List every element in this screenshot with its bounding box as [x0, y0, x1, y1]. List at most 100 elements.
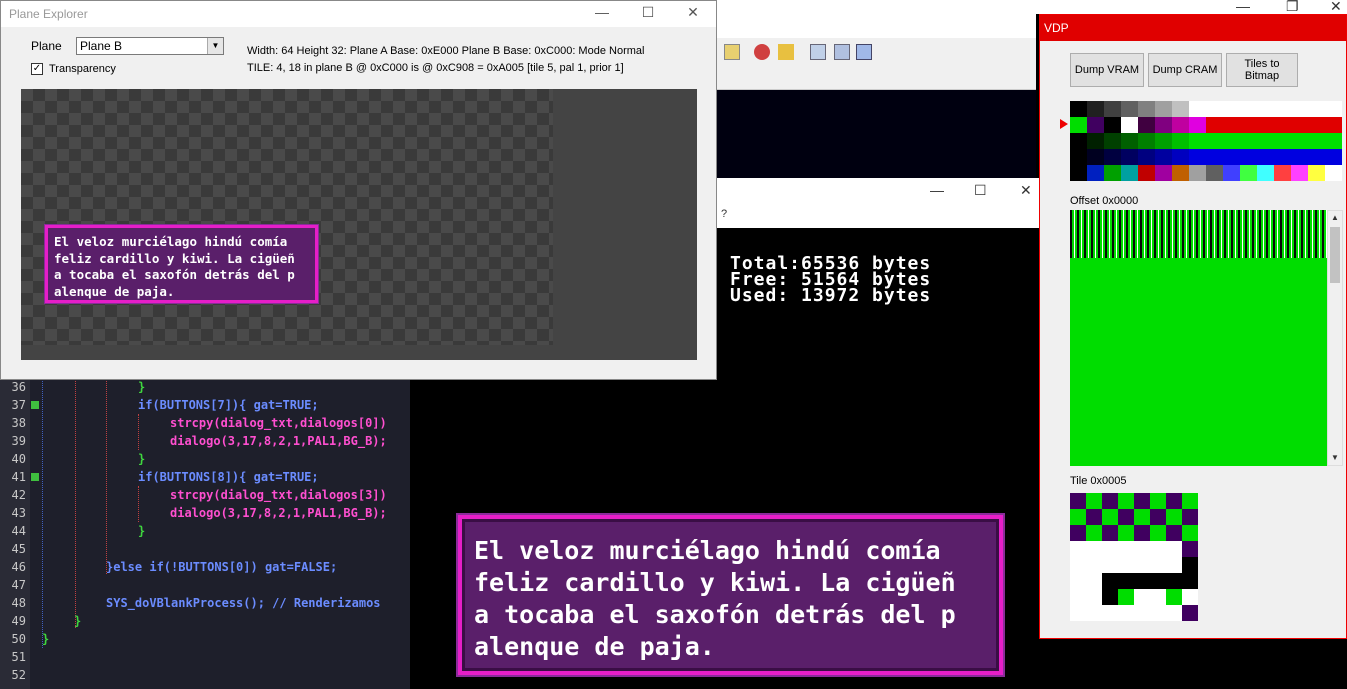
close-icon[interactable]: ✕: [1020, 182, 1032, 199]
cram-color-cell[interactable]: [1121, 117, 1138, 133]
cram-color-cell[interactable]: [1308, 101, 1325, 117]
cram-color-cell[interactable]: [1274, 133, 1291, 149]
cram-palette-grid[interactable]: [1070, 101, 1343, 181]
cram-color-cell[interactable]: [1070, 117, 1087, 133]
tiles-to-bitmap-button[interactable]: Tiles to Bitmap: [1226, 53, 1298, 87]
fold-toggle-icon[interactable]: [31, 401, 39, 409]
cram-color-cell[interactable]: [1291, 149, 1308, 165]
toolbar-window-icon[interactable]: [810, 44, 826, 60]
cram-color-cell[interactable]: [1257, 149, 1274, 165]
toolbar-page-icon[interactable]: [724, 44, 740, 60]
code-editor[interactable]: 36} 37 if(BUTTONS[7]){ gat=TRUE; 38 strcpy…: [0, 378, 410, 689]
cram-palette-row[interactable]: [1070, 165, 1343, 181]
cram-color-cell[interactable]: [1325, 149, 1342, 165]
minimize-icon[interactable]: —: [1236, 0, 1250, 14]
cram-color-cell[interactable]: [1308, 165, 1325, 181]
cram-color-cell[interactable]: [1121, 165, 1138, 181]
cram-color-cell[interactable]: [1206, 165, 1223, 181]
cram-color-cell[interactable]: [1070, 101, 1087, 117]
maximize-icon[interactable]: ☐: [974, 182, 987, 199]
cram-color-cell[interactable]: [1308, 149, 1325, 165]
cram-color-cell[interactable]: [1223, 149, 1240, 165]
help-mark[interactable]: ?: [721, 208, 727, 220]
cram-color-cell[interactable]: [1274, 117, 1291, 133]
cram-color-cell[interactable]: [1291, 117, 1308, 133]
cram-palette-row[interactable]: [1070, 101, 1343, 117]
toolbar-search-icon[interactable]: [834, 44, 850, 60]
cram-color-cell[interactable]: [1121, 101, 1138, 117]
cram-palette-row[interactable]: [1070, 117, 1343, 133]
cram-color-cell[interactable]: [1138, 165, 1155, 181]
cram-color-cell[interactable]: [1104, 133, 1121, 149]
cram-color-cell[interactable]: [1189, 117, 1206, 133]
cram-color-cell[interactable]: [1121, 149, 1138, 165]
cram-color-cell[interactable]: [1172, 165, 1189, 181]
cram-color-cell[interactable]: [1206, 117, 1223, 133]
cram-color-cell[interactable]: [1274, 165, 1291, 181]
cram-color-cell[interactable]: [1223, 117, 1240, 133]
close-icon[interactable]: ✕: [678, 4, 708, 21]
toolbar-step-icon[interactable]: [778, 44, 794, 60]
cram-color-cell[interactable]: [1257, 101, 1274, 117]
cram-color-cell[interactable]: [1257, 165, 1274, 181]
cram-color-cell[interactable]: [1104, 165, 1121, 181]
transparency-checkbox[interactable]: ✓: [31, 63, 43, 75]
cram-color-cell[interactable]: [1172, 101, 1189, 117]
cram-color-cell[interactable]: [1087, 149, 1104, 165]
cram-color-cell[interactable]: [1223, 165, 1240, 181]
cram-color-cell[interactable]: [1172, 149, 1189, 165]
minimize-icon[interactable]: —: [587, 4, 617, 20]
cram-color-cell[interactable]: [1172, 117, 1189, 133]
plane-preview-canvas[interactable]: El veloz murciélago hindú comía feliz ca…: [21, 89, 697, 360]
cram-color-cell[interactable]: [1121, 133, 1138, 149]
cram-color-cell[interactable]: [1087, 133, 1104, 149]
cram-color-cell[interactable]: [1325, 117, 1342, 133]
cram-color-cell[interactable]: [1087, 165, 1104, 181]
vram-tile-viewer[interactable]: [1070, 210, 1327, 466]
cram-color-cell[interactable]: [1104, 149, 1121, 165]
cram-color-cell[interactable]: [1104, 117, 1121, 133]
cram-color-cell[interactable]: [1155, 101, 1172, 117]
cram-color-cell[interactable]: [1189, 133, 1206, 149]
vram-scrollbar[interactable]: ▲ ▼: [1327, 210, 1343, 466]
restore-icon[interactable]: ❐: [1286, 0, 1299, 15]
toolbar-play-icon[interactable]: [754, 44, 770, 60]
cram-color-cell[interactable]: [1240, 165, 1257, 181]
chevron-down-icon[interactable]: ▼: [207, 38, 223, 54]
cram-color-cell[interactable]: [1325, 165, 1342, 181]
cram-color-cell[interactable]: [1206, 133, 1223, 149]
dump-cram-button[interactable]: Dump CRAM: [1148, 53, 1222, 87]
cram-color-cell[interactable]: [1087, 117, 1104, 133]
cram-color-cell[interactable]: [1138, 101, 1155, 117]
cram-color-cell[interactable]: [1070, 165, 1087, 181]
cram-color-cell[interactable]: [1291, 133, 1308, 149]
cram-palette-row[interactable]: [1070, 133, 1343, 149]
cram-color-cell[interactable]: [1240, 117, 1257, 133]
cram-color-cell[interactable]: [1104, 101, 1121, 117]
close-icon[interactable]: ✕: [1330, 0, 1342, 15]
cram-color-cell[interactable]: [1155, 117, 1172, 133]
cram-color-cell[interactable]: [1070, 133, 1087, 149]
cram-color-cell[interactable]: [1070, 149, 1087, 165]
cram-color-cell[interactable]: [1189, 165, 1206, 181]
cram-color-cell[interactable]: [1240, 133, 1257, 149]
cram-color-cell[interactable]: [1138, 117, 1155, 133]
cram-color-cell[interactable]: [1172, 133, 1189, 149]
cram-color-cell[interactable]: [1155, 165, 1172, 181]
scroll-thumb[interactable]: [1330, 227, 1340, 283]
cram-color-cell[interactable]: [1274, 101, 1291, 117]
cram-color-cell[interactable]: [1257, 117, 1274, 133]
maximize-icon[interactable]: ☐: [633, 4, 663, 21]
cram-color-cell[interactable]: [1189, 101, 1206, 117]
scroll-up-icon[interactable]: ▲: [1328, 211, 1342, 225]
cram-color-cell[interactable]: [1138, 149, 1155, 165]
minimize-icon[interactable]: —: [930, 182, 944, 198]
cram-color-cell[interactable]: [1291, 101, 1308, 117]
cram-color-cell[interactable]: [1206, 101, 1223, 117]
cram-color-cell[interactable]: [1223, 133, 1240, 149]
cram-color-cell[interactable]: [1223, 101, 1240, 117]
cram-color-cell[interactable]: [1308, 117, 1325, 133]
cram-color-cell[interactable]: [1291, 165, 1308, 181]
cram-color-cell[interactable]: [1087, 101, 1104, 117]
cram-color-cell[interactable]: [1155, 133, 1172, 149]
